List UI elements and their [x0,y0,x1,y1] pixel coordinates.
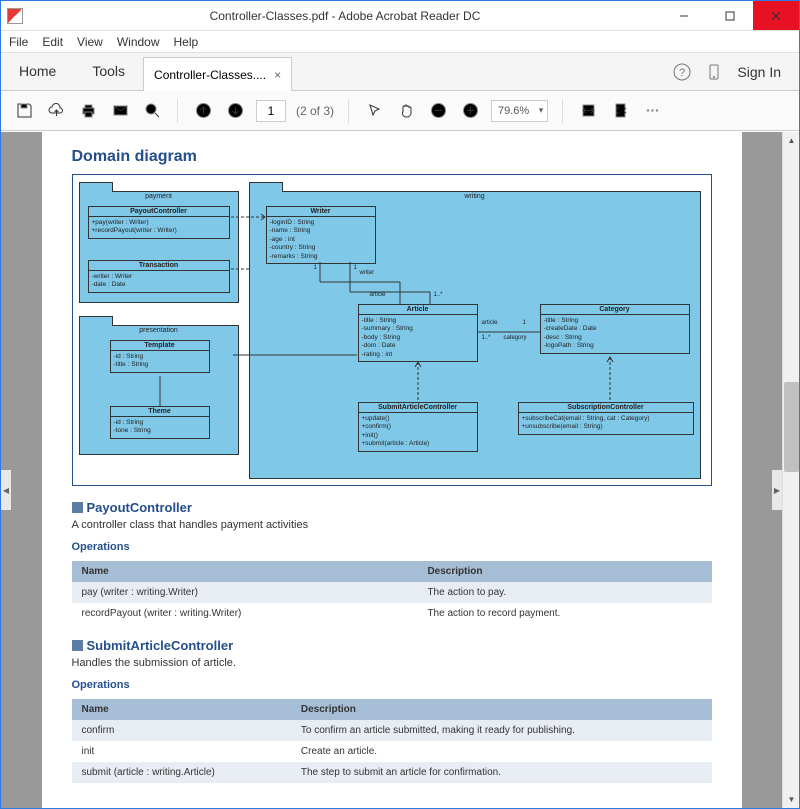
toolbar-separator [348,99,349,123]
toolbar: (2 of 3) 79.6% [1,91,799,131]
next-page-icon[interactable] [224,100,246,122]
table-row: confirmTo confirm an article submitted, … [72,720,712,741]
class-theme: Theme -id : String -tone : String [110,406,210,439]
close-button[interactable] [753,1,799,30]
package-payment: payment PayoutController +pay(writer : W… [79,191,239,303]
operations-heading: Operations [72,541,712,553]
page-total-label: (2 of 3) [296,104,334,118]
vertical-scrollbar[interactable]: ▲ ▼ [782,132,799,808]
class-article: Article -title : String -summary : Strin… [358,304,478,362]
class-submitarticlecontroller: SubmitArticleController +update() +confi… [358,402,478,452]
class-transaction: Transaction -writer : Writer -date : Dat… [88,260,230,293]
zoom-select[interactable]: 79.6% [491,100,548,122]
section-submitarticle-desc: Handles the submission of article. [72,657,712,669]
class-icon [72,640,83,651]
cloud-icon[interactable] [45,100,67,122]
section-submitarticle-title: SubmitArticleController [72,638,712,653]
tab-tools[interactable]: Tools [74,52,143,90]
menu-edit[interactable]: Edit [42,35,63,49]
maximize-button[interactable] [707,1,753,30]
scroll-down-icon[interactable]: ▼ [783,791,800,808]
menu-view[interactable]: View [77,35,103,49]
fit-page-icon[interactable] [609,100,631,122]
title-bar: Controller-Classes.pdf - Adobe Acrobat R… [1,1,799,31]
menu-window[interactable]: Window [117,35,160,49]
operations-table-submit: NameDescription confirmTo confirm an art… [72,699,712,783]
tab-document[interactable]: Controller-Classes.... × [143,57,292,91]
class-writer: Writer -loginID : String -name : String … [266,206,376,264]
document-page: Domain diagram payment PayoutController … [42,132,742,808]
menu-bar: File Edit View Window Help [1,31,799,53]
zoom-value: 79.6% [498,105,529,117]
tab-document-label: Controller-Classes.... [154,68,266,82]
document-viewport[interactable]: ◀ ▶ Domain diagram payment PayoutControl… [1,132,782,808]
zoom-in-icon[interactable] [459,100,481,122]
table-row: submit (article : writing.Article)The st… [72,762,712,783]
package-payment-label: payment [80,192,238,201]
table-row: recordPayout (writer : writing.Writer)Th… [72,603,712,624]
tab-bar: Home Tools Controller-Classes.... × ? Si… [1,53,799,91]
scroll-up-icon[interactable]: ▲ [783,132,800,149]
prev-page-icon[interactable] [192,100,214,122]
toolbar-separator [562,99,563,123]
hand-tool-icon[interactable] [395,100,417,122]
operations-table-payout: NameDescription pay (writer : writing.Wr… [72,561,712,624]
more-icon[interactable] [641,100,663,122]
save-icon[interactable] [13,100,35,122]
class-subscriptioncontroller: SubscriptionController +subscribeCat(ema… [518,402,694,435]
menu-help[interactable]: Help [174,35,199,49]
print-icon[interactable] [77,100,99,122]
email-icon[interactable] [109,100,131,122]
mobile-icon[interactable] [705,63,723,81]
scrollbar-thumb[interactable] [784,382,799,472]
page-title: Domain diagram [72,148,712,166]
right-pane-toggle[interactable]: ▶ [772,470,782,510]
tab-close-icon[interactable]: × [274,68,281,82]
package-writing: writing Writer -loginID : String -name :… [249,191,701,479]
table-row: pay (writer : writing.Writer)The action … [72,582,712,603]
window-title: Controller-Classes.pdf - Adobe Acrobat R… [29,9,661,23]
menu-file[interactable]: File [9,35,28,49]
minimize-button[interactable] [661,1,707,30]
svg-text:?: ? [679,67,685,79]
class-payoutcontroller: PayoutController +pay(writer : Writer) +… [88,206,230,239]
section-payoutcontroller-title: PayoutController [72,500,712,515]
package-writing-label: writing [250,192,700,201]
left-pane-toggle[interactable]: ◀ [1,470,11,510]
select-tool-icon[interactable] [363,100,385,122]
tab-home[interactable]: Home [1,52,74,90]
class-icon [72,502,83,513]
table-row: initCreate an article. [72,741,712,762]
help-icon[interactable]: ? [673,63,691,81]
page-input[interactable] [256,100,286,122]
section-payoutcontroller-desc: A controller class that handles payment … [72,519,712,531]
search-icon[interactable] [141,100,163,122]
signin-link[interactable]: Sign In [737,64,781,80]
package-presentation: presentation Template -id : String -titl… [79,325,239,455]
class-category: Category -title : String -createDate : D… [540,304,690,354]
class-template: Template -id : String -title : String [110,340,210,373]
toolbar-separator [177,99,178,123]
zoom-out-icon[interactable] [427,100,449,122]
uml-diagram: payment PayoutController +pay(writer : W… [72,174,712,486]
fit-width-icon[interactable] [577,100,599,122]
app-icon [7,8,23,24]
package-presentation-label: presentation [80,326,238,335]
operations-heading: Operations [72,679,712,691]
